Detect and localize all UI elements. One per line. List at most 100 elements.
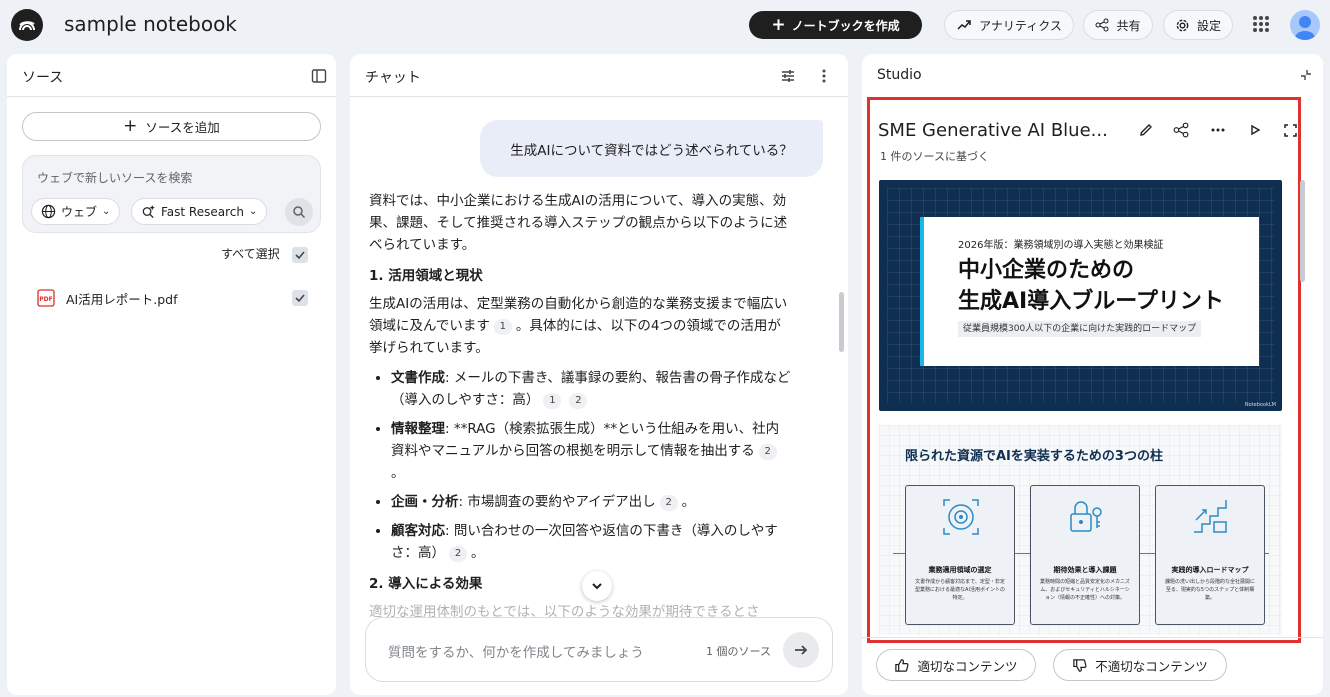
apps-grid-icon[interactable]	[1253, 16, 1269, 32]
more-vert-icon[interactable]	[814, 66, 834, 86]
chat-settings-tune-icon[interactable]	[778, 66, 798, 86]
citation-chip[interactable]: 2	[659, 495, 678, 511]
web-source-dropdown[interactable]: ウェブ ⌄	[31, 198, 121, 225]
sources-header: ソース	[7, 54, 336, 97]
divider	[862, 637, 1323, 638]
search-input[interactable]: ウェブで新しいソースを検索	[37, 169, 192, 186]
play-icon[interactable]	[1245, 120, 1265, 140]
citation-chip[interactable]: 2	[758, 444, 777, 460]
top-bar: sample notebook + ノートブックを作成 アナリティクス 共有 設…	[0, 0, 1330, 50]
studio-scrollbar[interactable]	[1300, 180, 1305, 282]
share-button[interactable]: 共有	[1083, 10, 1153, 40]
pdf-type-label: PDF	[39, 296, 52, 303]
research-mode-dropdown[interactable]: Fast Research ⌄	[131, 198, 268, 225]
more-horiz-icon[interactable]	[1208, 120, 1228, 140]
chat-input[interactable]: 質問をするか、何かを作成してみましょう	[388, 641, 644, 661]
plus-icon: +	[123, 116, 138, 136]
response-heading-1: 1. 活用領域と現状	[369, 268, 483, 284]
add-source-button[interactable]: + ソースを追加	[22, 112, 321, 141]
slide-tagline: 従業員規模300人以下の企業に向けた実践的ロードマップ	[958, 321, 1202, 337]
slide-thumbnail-pillars[interactable]: 限られた資源でAIを実装するための3つの柱 業務適用領域の選定 文書作成から顧客…	[879, 425, 1282, 635]
citation-chip[interactable]: 1	[543, 393, 562, 409]
trending-up-icon	[957, 20, 971, 30]
studio-header: Studio	[862, 54, 1323, 97]
bullet-text: : 市場調査の要約やアイデア出し	[458, 494, 656, 510]
chat-panel: チャット 生成AIについて資料ではどう述べられている？ 資料では、中小企業におけ…	[350, 54, 848, 695]
slide-brand-label: NotebookLM	[1244, 402, 1276, 408]
bullet-text: : メールの下書き、議事録の要約、報告書の骨子作成など（導入のしやすさ：高）	[391, 370, 791, 408]
settings-button[interactable]: 設定	[1163, 10, 1233, 40]
sparkle-search-icon	[142, 204, 155, 219]
add-source-label: ソースを追加	[145, 120, 220, 135]
account-avatar[interactable]	[1290, 10, 1320, 40]
assistant-response: 資料では、中小企業における生成AIの活用について、導入の実態、効果、課題、そして…	[369, 190, 791, 631]
select-all-checkbox[interactable]	[292, 247, 308, 263]
bullet-suffix: 。	[471, 545, 485, 561]
create-notebook-button[interactable]: + ノートブックを作成	[749, 11, 922, 39]
bullet-term: 情報整理	[391, 421, 445, 437]
response-intro: 資料では、中小企業における生成AIの活用について、導入の実態、効果、課題、そして…	[369, 193, 788, 253]
send-button[interactable]	[783, 632, 819, 668]
chevron-down-icon: ⌄	[102, 206, 111, 217]
search-icon	[293, 206, 306, 219]
slide-headline-line: 中小企業のための	[958, 258, 1135, 283]
pillar-text: 課題の洗い出しから段階的な全社展開に至る、現実的な5つのステップと体制構築。	[1165, 579, 1256, 601]
chat-composer: 質問をするか、何かを作成してみましょう 1 個のソース	[365, 617, 833, 682]
edit-pencil-icon[interactable]	[1136, 120, 1156, 140]
source-item-checkbox[interactable]	[292, 290, 308, 306]
source-count-label: 1 個のソース	[706, 645, 771, 658]
citation-chip[interactable]: 2	[449, 546, 467, 562]
bullet-suffix: 。	[391, 465, 405, 481]
citation-chip[interactable]: 1	[493, 319, 512, 335]
bad-content-label: 不適切なコンテンツ	[1095, 658, 1208, 674]
chat-header: チャット	[350, 54, 848, 97]
pillar-title: 業務適用領域の選定	[928, 566, 992, 574]
pillar-title: 実践的導入ロードマップ	[1171, 566, 1249, 574]
studio-document-title: SME Generative AI Blue...	[878, 120, 1108, 141]
gear-icon	[1176, 19, 1189, 31]
source-item-label[interactable]: AI活用レポート.pdf	[66, 289, 177, 308]
collapse-panel-icon[interactable]	[309, 66, 329, 86]
collapse-studio-icon[interactable]	[1298, 67, 1314, 83]
pdf-file-icon: PDF	[37, 289, 55, 311]
pillar-text: 業務時間の短縮と品質安定化のメカニズム、およびセキュリティとハルシネーション（情…	[1040, 579, 1131, 601]
studio-panel: Studio SME Generative AI Blue... 1 件のソース…	[862, 54, 1323, 695]
chat-title: チャット	[365, 70, 421, 86]
create-notebook-label: ノートブックを作成	[791, 18, 900, 33]
pillar-card: 実践的導入ロードマップ 課題の洗い出しから段階的な全社展開に至る、現実的な5つの…	[1155, 485, 1265, 625]
scroll-to-bottom-button[interactable]	[582, 571, 612, 601]
citation-chip[interactable]: 2	[569, 393, 588, 409]
slide-cover-card: 2026年版：業務領域別の導入実態と効果検証 中小企業のための 生成AI導入ブル…	[920, 217, 1259, 366]
response-paragraph: 生成AIの活用は、定型業務の自動化から創造的な業務支援まで幅広い領域に及んでいま…	[369, 293, 791, 359]
stairs-icon	[1190, 496, 1232, 542]
globe-icon	[41, 204, 56, 219]
sources-title: ソース	[22, 70, 64, 86]
notebooklm-logo-icon[interactable]	[11, 9, 43, 41]
search-submit-button[interactable]	[285, 198, 313, 226]
research-chip-label: Fast Research	[161, 204, 244, 219]
user-message-bubble: 生成AIについて資料ではどう述べられている？	[480, 120, 823, 177]
slide-thumbnail-cover[interactable]: 2026年版：業務領域別の導入実態と効果検証 中小企業のための 生成AI導入ブル…	[879, 180, 1282, 411]
studio-based-on-label: 1 件のソースに基づく	[880, 150, 989, 163]
fullscreen-icon[interactable]	[1280, 120, 1300, 140]
share-icon[interactable]	[1171, 120, 1191, 140]
checkmark-icon	[295, 294, 305, 303]
lock-key-icon	[1065, 496, 1107, 542]
thumbs-down-icon	[1073, 658, 1087, 672]
slide-headline-line: 生成AI導入ブループリント	[958, 289, 1224, 314]
share-label: 共有	[1116, 18, 1141, 33]
bad-content-button[interactable]: 不適切なコンテンツ	[1053, 649, 1227, 681]
sources-panel: ソース + ソースを追加 ウェブで新しいソースを検索 ウェブ ⌄ Fast Re…	[7, 54, 336, 695]
select-all-label: すべて選択	[221, 247, 280, 261]
studio-title: Studio	[877, 67, 922, 83]
settings-label: 設定	[1196, 18, 1221, 33]
notebook-title[interactable]: sample notebook	[64, 12, 237, 36]
response-bullet-list: 文書作成: メールの下書き、議事録の要約、報告書の骨子作成など（導入のしやすさ：…	[369, 367, 791, 564]
analytics-button[interactable]: アナリティクス	[944, 10, 1074, 40]
list-item: 文書作成: メールの下書き、議事録の要約、報告書の骨子作成など（導入のしやすさ：…	[391, 367, 791, 411]
bullet-term: 顧客対応	[391, 523, 445, 539]
chevron-down-icon: ⌄	[248, 206, 258, 217]
good-content-button[interactable]: 適切なコンテンツ	[876, 649, 1036, 681]
chat-scrollbar[interactable]	[839, 292, 844, 352]
analytics-label: アナリティクス	[979, 18, 1062, 33]
